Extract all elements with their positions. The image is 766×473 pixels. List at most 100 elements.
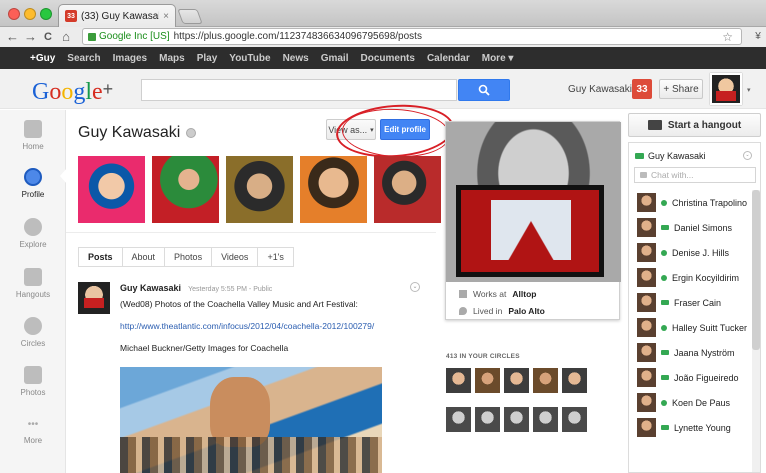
scrapbook-photo[interactable] (152, 156, 219, 223)
chat-contact[interactable]: Daniel Simons (629, 215, 751, 240)
chevron-down-icon[interactable]: ▾ (747, 86, 751, 94)
browser-tab[interactable]: 33 (33) Guy Kawasaki - Google+ × (58, 4, 176, 27)
profile-photo[interactable] (446, 122, 621, 282)
gbar-item-news[interactable]: News (283, 53, 309, 64)
chat-self-status[interactable]: Guy Kawasaki (635, 151, 706, 161)
nav-item-home[interactable]: Home (0, 120, 66, 151)
nav-item-more[interactable]: ••• More (0, 416, 66, 446)
gbar-item-gmail[interactable]: Gmail (321, 53, 349, 64)
circle-member-avatar[interactable] (475, 407, 500, 432)
profile-name: Guy Kawasaki (78, 124, 181, 141)
circle-member-avatar[interactable] (475, 368, 500, 393)
chevron-down-icon[interactable]: ⌄ (743, 151, 752, 160)
gbar-item-plus-guy[interactable]: +Guy (30, 53, 55, 64)
video-camera-icon (647, 120, 662, 130)
post-meta[interactable]: Yesterday 5:55 PM - Public (188, 286, 272, 293)
chat-contact[interactable]: Halley Suitt Tucker (629, 315, 751, 340)
post-author[interactable]: Guy Kawasaki (120, 283, 181, 293)
gbar-item-play[interactable]: Play (197, 53, 218, 64)
circle-member-avatar[interactable] (504, 407, 529, 432)
circles-heading[interactable]: 413 IN YOUR CIRCLES (446, 353, 520, 360)
scrapbook-photo[interactable] (226, 156, 293, 223)
close-window-button[interactable] (8, 8, 20, 20)
chat-contact[interactable]: Koen De Paus (629, 390, 751, 415)
works-at-value[interactable]: Alltop (512, 289, 536, 299)
gbar-item-more[interactable]: More ▾ (482, 53, 514, 64)
tab-photos[interactable]: Photos (165, 247, 213, 267)
post-options-icon[interactable]: ⌄ (410, 282, 420, 292)
circle-member-avatar[interactable] (562, 407, 587, 432)
avatar[interactable] (78, 282, 110, 314)
chat-contact[interactable]: Lynette Young (629, 415, 751, 440)
chat-sidebar: Start a hangout Guy Kawasaki ⌄ Chat with… (628, 110, 766, 473)
gbar-item-documents[interactable]: Documents (360, 53, 414, 64)
gbar-item-images[interactable]: Images (113, 53, 147, 64)
search-input[interactable] (141, 79, 457, 101)
chat-contact[interactable]: Jaana Nyström (629, 340, 751, 365)
nav-label: Photos (20, 388, 46, 397)
secure-indicator[interactable]: Google Inc [US] (88, 31, 170, 42)
gbar-item-calendar[interactable]: Calendar (427, 53, 470, 64)
nav-item-circles[interactable]: Circles (0, 317, 66, 348)
online-dot-icon (661, 274, 667, 281)
chat-contact[interactable]: Christina Trapolino (629, 190, 751, 215)
section-divider (66, 232, 436, 233)
chat-contact[interactable]: Fraser Cain (629, 290, 751, 315)
minimize-window-button[interactable] (24, 8, 36, 20)
tab-videos[interactable]: Videos (212, 247, 259, 267)
nav-label: Home (22, 142, 44, 151)
nav-item-hangouts[interactable]: Hangouts (0, 268, 66, 299)
scrapbook-photo[interactable] (78, 156, 145, 223)
back-button[interactable]: ← (6, 30, 19, 44)
chat-contact[interactable]: Denise J. Hills (629, 240, 751, 265)
works-at-label: Works at (473, 289, 507, 299)
wrench-menu-icon[interactable]: ¥ (752, 30, 764, 44)
forward-button[interactable]: → (24, 30, 37, 44)
share-button[interactable]: + Share (659, 79, 703, 99)
nav-item-explore[interactable]: Explore (0, 218, 66, 249)
avatar (637, 368, 656, 387)
address-bar[interactable]: Google Inc [US] https://plus.google.com/… (82, 28, 742, 45)
header-user-name[interactable]: Guy Kawasaki (568, 84, 632, 95)
avatar (637, 243, 656, 262)
gbar-item-youtube[interactable]: YouTube (229, 53, 270, 64)
post-image[interactable] (120, 367, 382, 473)
start-hangout-button[interactable]: Start a hangout (628, 113, 761, 137)
gbar-item-maps[interactable]: Maps (159, 53, 185, 64)
circle-member-avatar[interactable] (446, 368, 471, 393)
reload-button[interactable]: C (42, 30, 54, 44)
circle-member-avatar[interactable] (533, 368, 558, 393)
scrapbook-photo[interactable] (300, 156, 367, 223)
circle-member-avatar[interactable] (504, 368, 529, 393)
gbar-item-search[interactable]: Search (67, 53, 100, 64)
chat-contact[interactable]: João Figueiredo (629, 365, 751, 390)
bookmark-star-icon[interactable]: ☆ (722, 30, 733, 44)
works-at-row: Works at Alltop (459, 289, 536, 299)
home-button[interactable]: ⌂ (60, 30, 72, 44)
post-link[interactable]: http://www.theatlantic.com/infocus/2012/… (120, 321, 420, 331)
chat-scrollbar[interactable] (752, 190, 760, 472)
circle-member-avatar[interactable] (446, 407, 471, 432)
account-avatar[interactable] (710, 73, 742, 105)
tab-about[interactable]: About (122, 247, 166, 267)
tab-close-icon[interactable]: × (163, 11, 169, 22)
chat-search-input[interactable]: Chat with... (634, 167, 756, 183)
circle-member-avatar[interactable] (533, 407, 558, 432)
search-icon (478, 84, 490, 96)
notification-count-badge[interactable]: 33 (632, 79, 652, 99)
nav-item-photos[interactable]: Photos (0, 366, 66, 397)
zoom-window-button[interactable] (40, 8, 52, 20)
chat-contact[interactable]: Ergin Kocyildirim (629, 265, 751, 290)
scrapbook-photo[interactable] (374, 156, 441, 223)
nav-label: More (23, 436, 43, 445)
tab-posts[interactable]: Posts (78, 247, 123, 267)
scrollbar-thumb[interactable] (752, 190, 760, 350)
lived-in-value[interactable]: Palo Alto (508, 306, 545, 316)
online-dot-icon (661, 249, 667, 256)
nav-item-profile[interactable]: Profile (0, 168, 66, 199)
new-tab-button[interactable] (177, 9, 203, 24)
search-button[interactable] (458, 79, 510, 101)
circle-member-avatar[interactable] (562, 368, 587, 393)
tab-plus-ones[interactable]: +1's (258, 247, 294, 267)
google-plus-logo[interactable]: Google+ (32, 75, 113, 106)
